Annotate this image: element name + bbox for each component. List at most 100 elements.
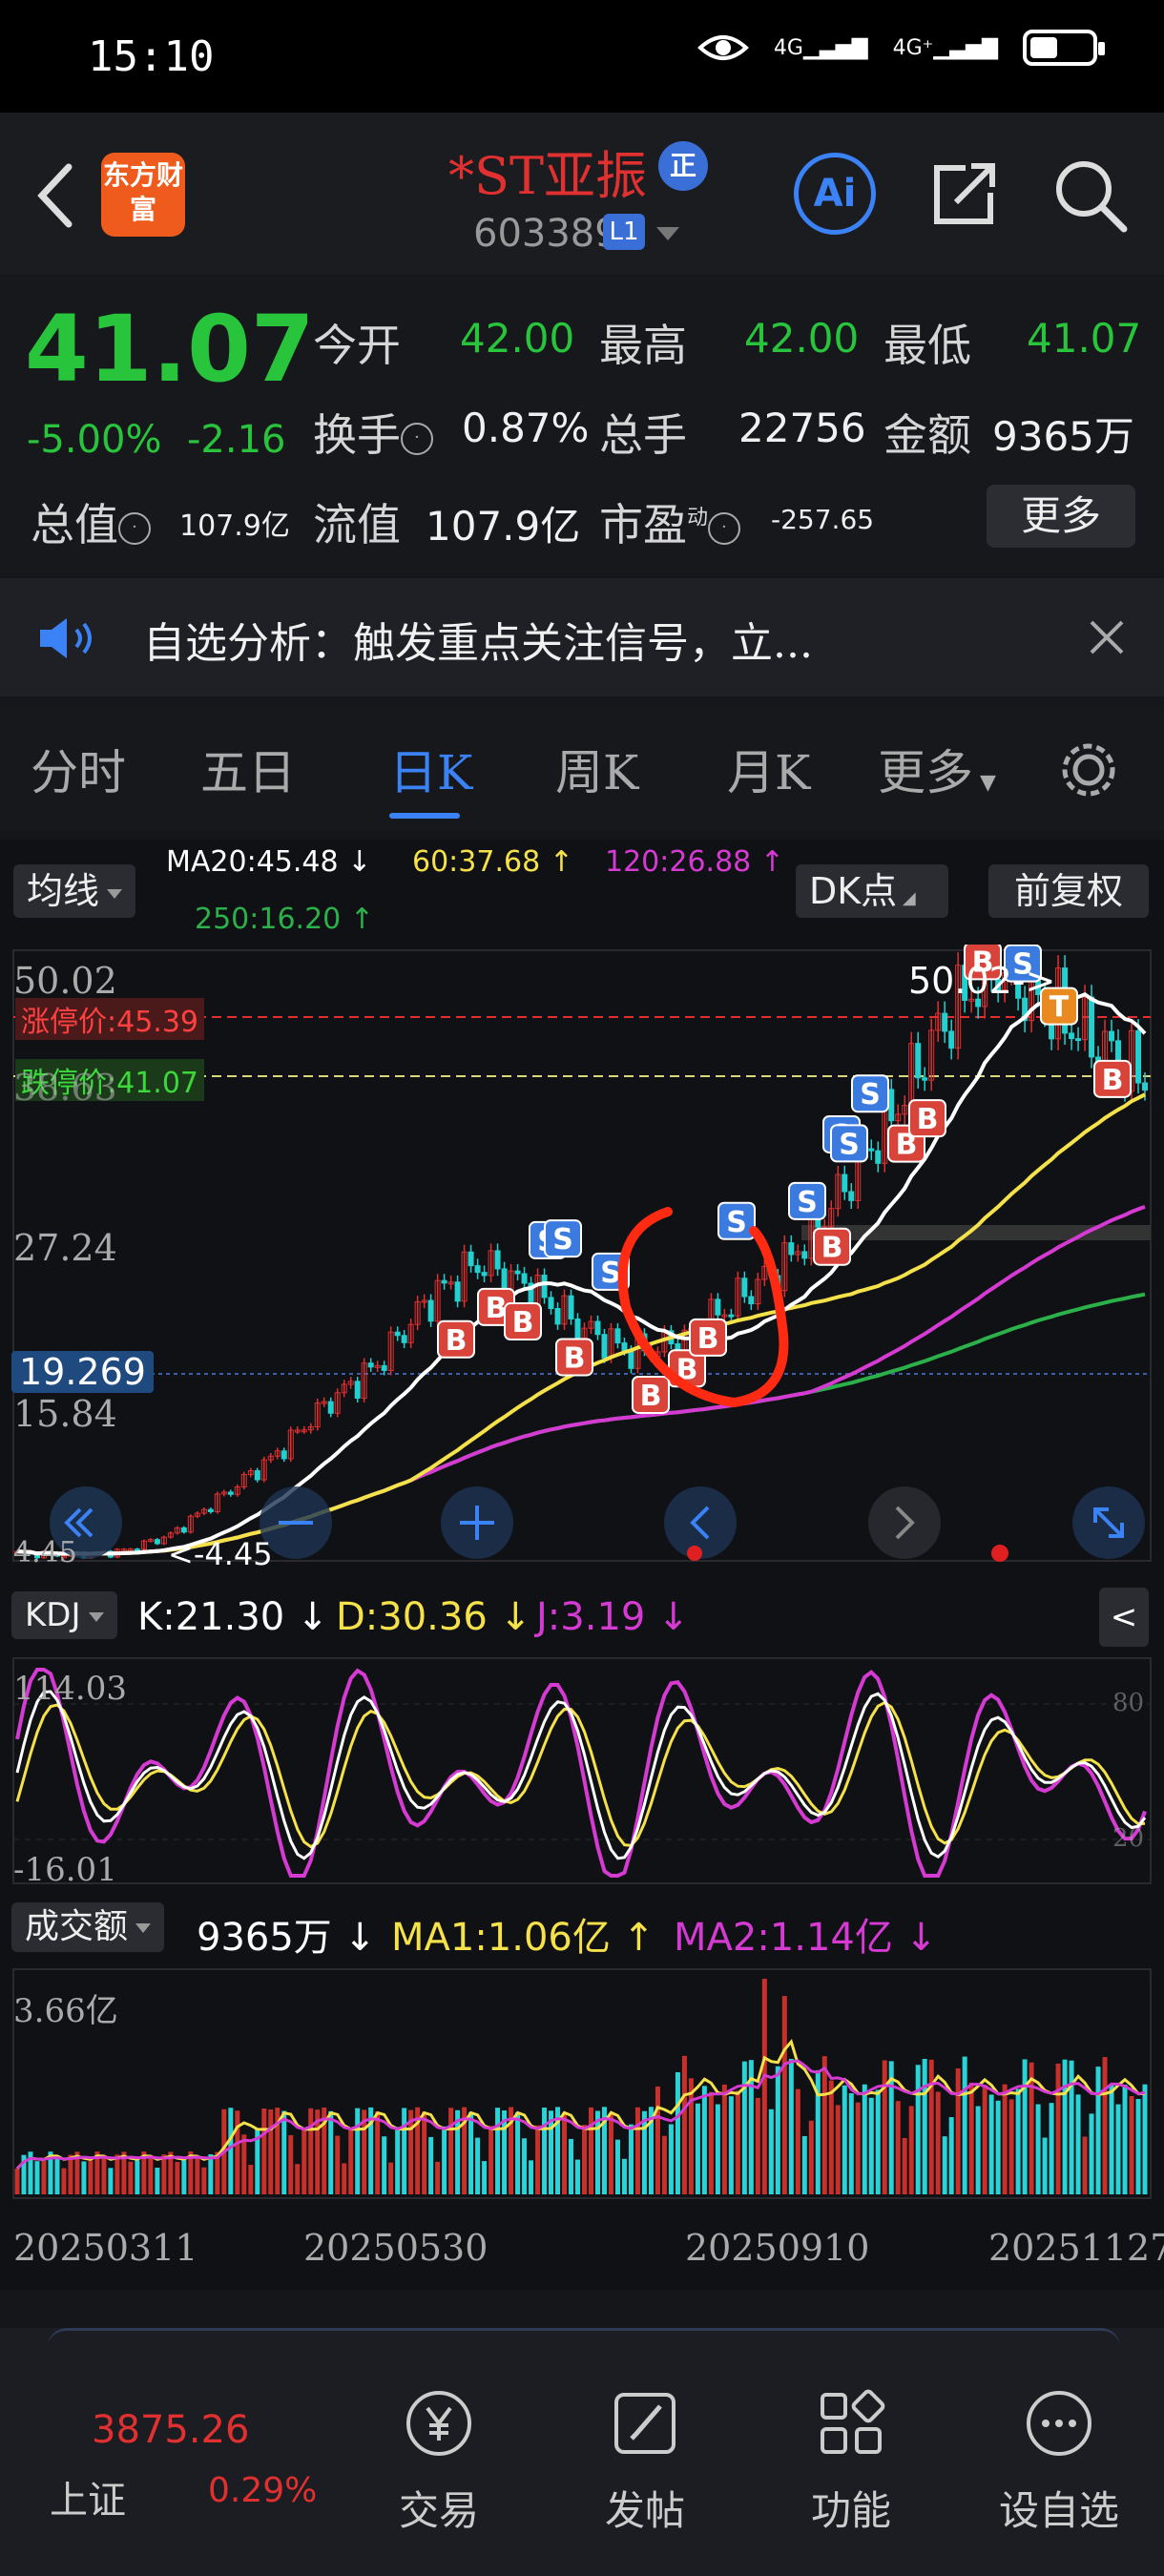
svg-text:S: S [797,1186,818,1219]
more-button[interactable]: 更多 [987,485,1135,548]
volume-bar [515,2111,521,2194]
nav-trade-label: 交易 [398,2487,479,2534]
volume-bar [795,2088,800,2194]
volume-bar [355,2108,361,2194]
share-icon[interactable] [924,155,1004,235]
prev-button[interactable] [664,1486,737,1559]
ma20-label: MA20:45.48 ↓ [166,845,372,879]
volume-bar [761,1979,767,2194]
nav-functions[interactable]: 功能 [784,2385,918,2537]
candle-body [441,1279,447,1284]
ai-button[interactable]: Ai [794,153,876,235]
close-icon[interactable] [1088,618,1126,656]
volume-bar [1015,2088,1021,2194]
back-icon[interactable] [29,157,86,234]
volume-bar [895,2101,901,2194]
volume-bar [962,2056,967,2194]
limit-up-label: 涨停价:45.39 [15,998,204,1040]
nav-post[interactable]: 发帖 [578,2385,712,2537]
volume-selector[interactable]: 成交额 [11,1902,165,1952]
candle-body [1089,996,1095,1058]
tab-wuri[interactable]: 五日 [200,735,296,803]
volume-bar [655,2086,660,2194]
volume-bar [1102,2057,1108,2194]
candle-body [514,1270,521,1275]
kdj-j-line [15,1668,1147,1878]
tab-rik[interactable]: 日K [389,735,472,803]
info-icon[interactable]: · [708,512,741,545]
svg-text:B: B [564,1341,586,1375]
volume-bar [775,2066,780,2194]
volume-bar [482,2161,488,2194]
volume-bar [542,2108,548,2194]
volume-bar [1062,2059,1068,2194]
chevron-down-icon[interactable] [656,227,679,240]
candle-body [154,1539,160,1545]
volume-bar [1075,2094,1081,2194]
y-label-4: 15.84 [13,1393,117,1435]
volume-bar [114,2154,120,2194]
tab-more[interactable]: 更多 ▼ [878,735,996,803]
index-change[interactable]: 0.29% [208,2471,317,2510]
date-label-2: 20250530 [303,2227,488,2269]
app-logo[interactable]: 东方财富 [101,153,185,237]
buy-marker: B [555,1338,593,1377]
candle-body [628,1349,634,1369]
collapse-chevron-left-icon[interactable]: < [1099,1588,1149,1647]
tab-zhouk[interactable]: 周K [555,735,638,803]
volume-bar [975,2106,981,2194]
volume-bar [628,2124,634,2194]
volume-bar [375,2111,381,2194]
cursor-price-label: 19.269 [11,1351,154,1393]
next-button[interactable] [868,1486,941,1559]
nav-watchlist[interactable]: 设自选 [992,2385,1126,2537]
volume-bar [868,2097,874,2194]
search-icon[interactable] [1050,155,1130,235]
svg-text:B: B [1102,1064,1124,1097]
gear-icon[interactable] [1055,737,1122,803]
candle-body [394,1331,401,1337]
float-label: 流值 [313,499,401,551]
volume-bar [135,2160,140,2194]
sell-marker: S [717,1201,756,1240]
index-value[interactable]: 3875.26 [92,2408,249,2452]
ma-selector[interactable]: 均线 [13,864,136,918]
volume-bar [728,2096,734,2194]
amount-label: 金额 [883,409,971,461]
tab-yuek[interactable]: 月K [727,735,810,803]
volume-bar [108,2168,114,2194]
volume-bar [928,2059,934,2194]
turnover-value: 0.87% [462,405,590,451]
candle-body [1142,1082,1148,1091]
nav-trade[interactable]: 交易 [372,2385,506,2537]
volume-bar [328,2110,334,2194]
pe-value: -257.65 [771,504,875,535]
volume-bar [54,2154,60,2194]
pe-label: 市盈动 · [599,490,741,553]
volume-bar [1142,2084,1148,2194]
candle-body [227,1491,234,1495]
adjust-selector[interactable]: 前复权 [988,864,1149,918]
volume-bar [608,2112,613,2194]
volume-bar [1002,2084,1008,2194]
info-icon[interactable]: · [118,512,151,545]
dk-selector[interactable]: DK点 ◢ [796,864,948,918]
index-name[interactable]: 上证 [50,2469,126,2524]
volume-bar [808,2120,814,2194]
status-icons: 4G▁▃▅▇ 4G⁺▁▃▅▇ [696,29,1105,67]
svg-text:B: B [697,1322,719,1356]
volume-bar [1049,2103,1054,2194]
y-label-top: 50.02 [13,960,117,1002]
kdj-selector[interactable]: KDJ [11,1591,117,1639]
notice-text[interactable]: 自选分析：触发重点关注信号，立... [143,609,813,670]
volume-bar [448,2108,454,2194]
info-icon[interactable]: · [401,423,433,455]
tab-fenshi[interactable]: 分时 [31,735,126,803]
volume-bar [175,2161,180,2194]
volume-bar [281,2110,287,2194]
candle-body [748,1296,755,1305]
candle-body [574,1318,581,1339]
active-tab-indicator [389,813,460,819]
buy-marker: B [632,1375,670,1414]
volume-bar [34,2161,40,2194]
